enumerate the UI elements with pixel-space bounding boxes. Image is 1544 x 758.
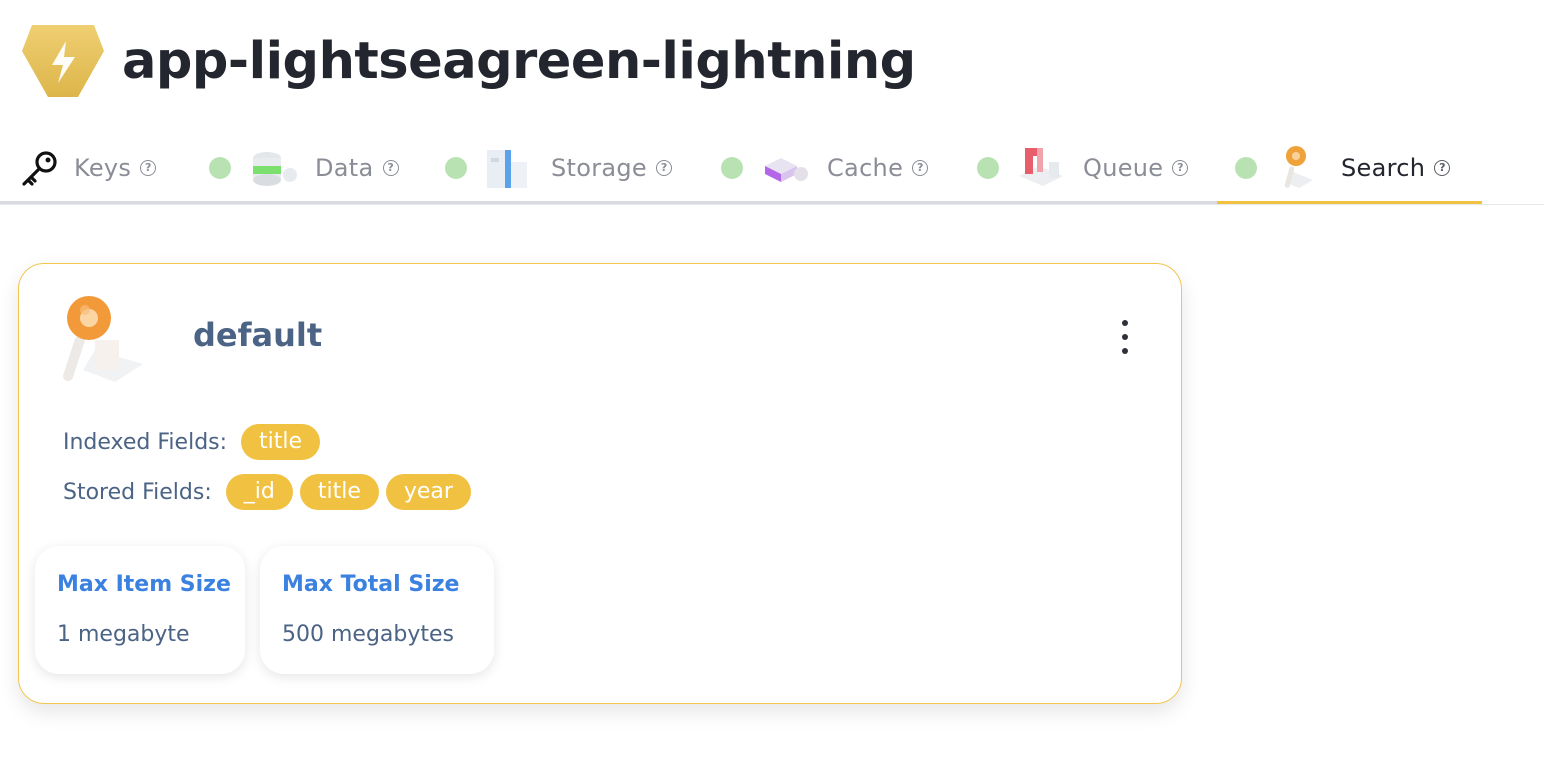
tab-search[interactable]: Search ? <box>1235 134 1451 202</box>
key-icon <box>20 148 60 188</box>
search-magnifier-icon <box>55 290 155 390</box>
app-title: app-lightseagreen-lightning <box>122 31 916 91</box>
help-icon[interactable]: ? <box>382 160 399 176</box>
search-icon <box>1273 142 1325 194</box>
field-chip: title <box>241 424 321 460</box>
stat-value: 1 megabyte <box>57 622 190 647</box>
stat-max-total-size: Max Total Size 500 megabytes <box>260 546 494 674</box>
stat-title: Max Total Size <box>282 572 460 597</box>
search-index-card[interactable]: default Indexed Fields: title Stored Fie… <box>18 263 1182 704</box>
tab-cache[interactable]: Cache ? <box>721 134 929 202</box>
queue-icon <box>1015 142 1067 194</box>
tab-keys[interactable]: Keys ? <box>20 134 157 202</box>
cache-icon <box>759 142 811 194</box>
stat-value: 500 megabytes <box>282 622 455 647</box>
tabs-divider <box>0 204 1544 205</box>
lightning-bolt-icon <box>18 19 108 103</box>
status-dot <box>721 157 743 179</box>
more-options-icon[interactable] <box>1115 320 1135 354</box>
stored-fields-row: Stored Fields: _id title year <box>63 474 478 510</box>
status-dot <box>445 157 467 179</box>
tab-data-label: Data <box>315 154 374 182</box>
status-dot <box>977 157 999 179</box>
database-icon <box>247 142 299 194</box>
stored-fields-label: Stored Fields: <box>63 479 212 505</box>
tab-queue-label: Queue <box>1083 154 1164 182</box>
field-chip: title <box>299 474 379 510</box>
field-chip: year <box>385 474 471 510</box>
index-name: default <box>193 316 323 354</box>
tab-storage[interactable]: Storage ? <box>445 134 673 202</box>
indexed-fields-label: Indexed Fields: <box>63 429 228 455</box>
app-header: app-lightseagreen-lightning <box>18 16 916 106</box>
tab-data[interactable]: Data ? <box>209 134 399 202</box>
help-icon[interactable]: ? <box>140 160 157 176</box>
indexed-fields-row: Indexed Fields: title <box>63 424 327 460</box>
tab-storage-label: Storage <box>551 154 648 182</box>
stat-max-item-size: Max Item Size 1 megabyte <box>35 546 245 674</box>
field-chip: _id <box>225 474 293 510</box>
stat-title: Max Item Size <box>57 572 231 597</box>
storage-icon <box>483 142 535 194</box>
tab-search-label: Search <box>1341 154 1426 182</box>
help-icon[interactable]: ? <box>656 160 673 176</box>
status-dot <box>1235 157 1257 179</box>
status-dot <box>209 157 231 179</box>
help-icon[interactable]: ? <box>912 160 929 176</box>
tab-keys-label: Keys <box>74 154 132 182</box>
help-icon[interactable]: ? <box>1434 160 1451 176</box>
tab-queue[interactable]: Queue ? <box>977 134 1189 202</box>
service-tabs: Keys ? Data ? Storage ? Cache ? Queue ? … <box>0 134 1544 206</box>
help-icon[interactable]: ? <box>1172 160 1189 176</box>
tab-cache-label: Cache <box>827 154 904 182</box>
